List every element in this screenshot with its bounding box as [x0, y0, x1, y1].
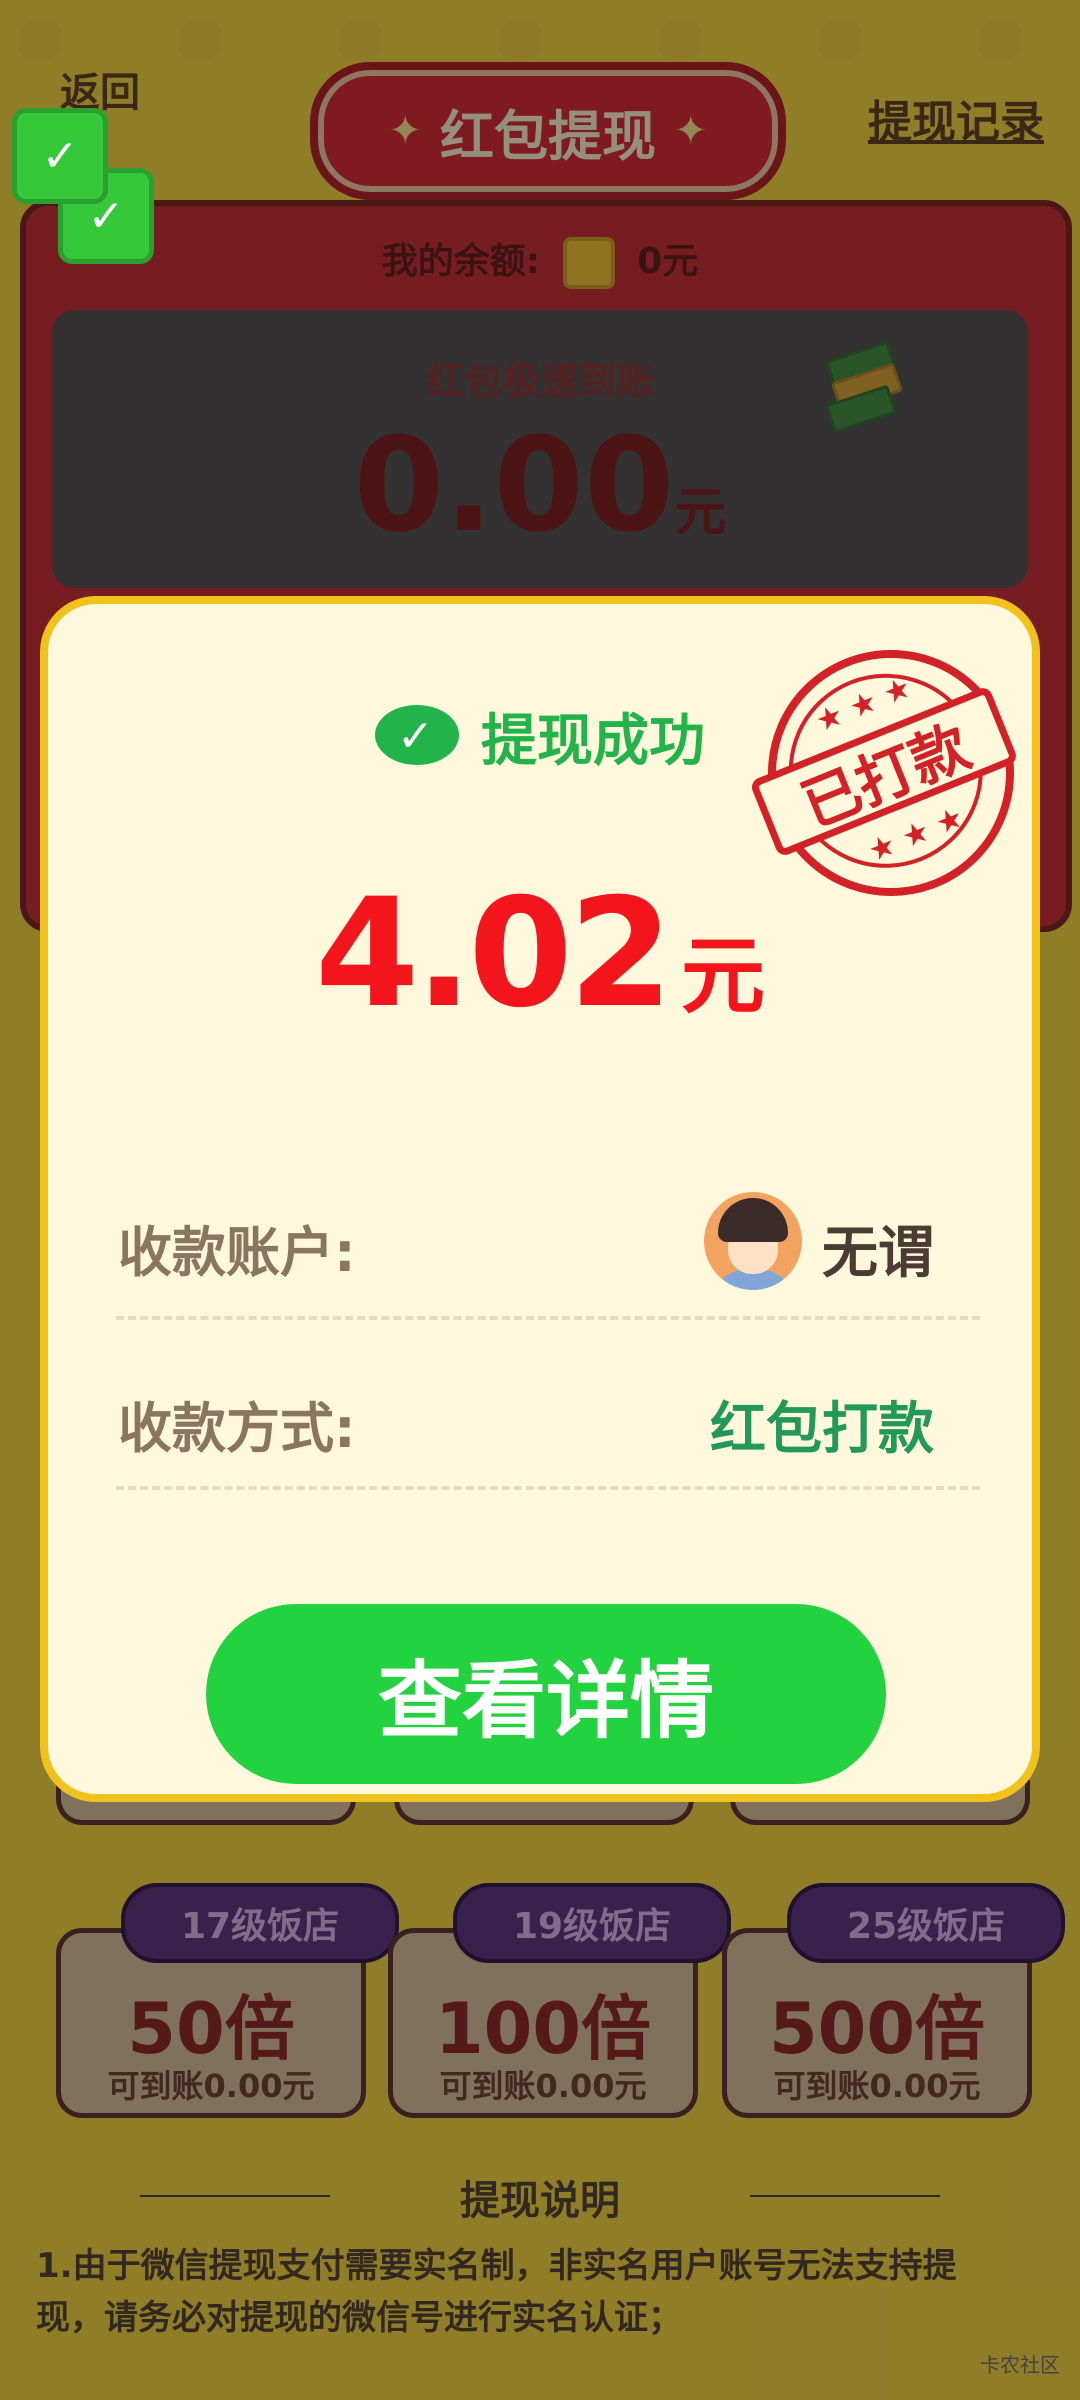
account-label: 收款账户:	[118, 1221, 356, 1284]
watermark: 卡农社区	[980, 2353, 1060, 2377]
checkmark-icon: ✓	[397, 710, 434, 762]
withdraw-success-dialog: ✓ 提现成功 ★ ★ ★ 已打款 ★ ★ ★ 4.02 元 收款账户: 无谓 收款…	[40, 596, 1052, 1802]
wechat-icon: ✓	[375, 704, 459, 769]
divider	[116, 1316, 980, 1320]
withdraw-amount: 4.02 元	[314, 867, 766, 1041]
view-details-button[interactable]: 查看详情	[206, 1604, 886, 1784]
avatar	[704, 1192, 802, 1290]
divider	[116, 1486, 980, 1490]
account-name: 无谓	[822, 1221, 934, 1286]
method-value: 红包打款	[710, 1397, 934, 1462]
method-label: 收款方式:	[118, 1397, 356, 1460]
success-status-text: 提现成功	[481, 709, 705, 774]
wechat-icon[interactable]: ✓	[12, 108, 108, 204]
